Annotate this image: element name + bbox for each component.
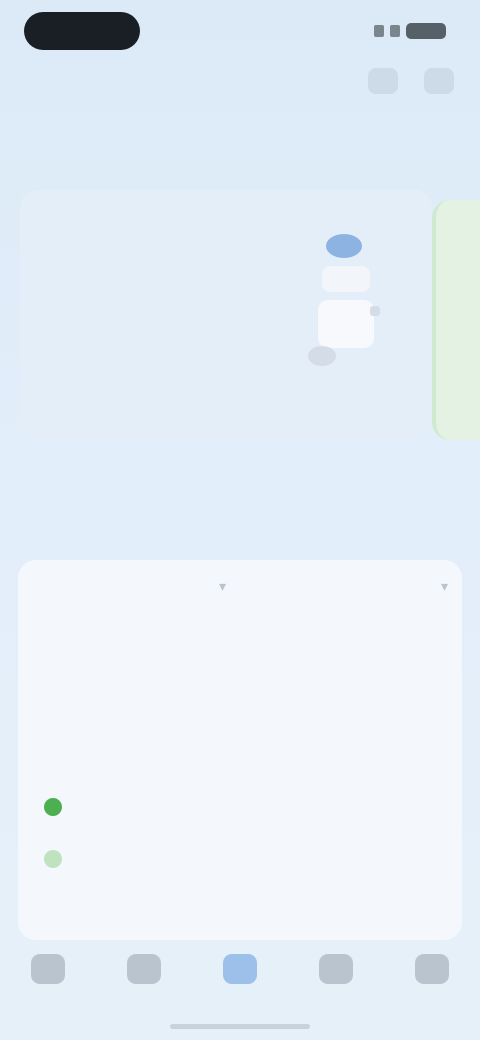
battery-icon	[406, 23, 446, 39]
legend-item	[44, 850, 76, 868]
home-icon	[31, 954, 65, 984]
nav-item-center[interactable]	[200, 954, 280, 990]
green-dot-icon	[44, 798, 62, 816]
nav-item-home[interactable]	[8, 954, 88, 990]
device-illustration	[308, 234, 380, 366]
secondary-card[interactable]	[432, 200, 480, 440]
message-icon	[319, 954, 353, 984]
nav-item-message[interactable]	[296, 954, 376, 990]
legend-item	[44, 798, 76, 816]
status-time-pill	[24, 12, 140, 50]
scan-icon[interactable]	[368, 68, 398, 94]
more-icon[interactable]	[424, 68, 454, 94]
signal-icon	[374, 25, 384, 37]
top-actions	[368, 68, 454, 94]
nav-item-profile[interactable]	[392, 954, 472, 990]
data-panel	[18, 560, 462, 940]
wifi-icon	[390, 25, 400, 37]
grid-icon	[127, 954, 161, 984]
chevron-down-icon: ▾	[440, 578, 448, 594]
profile-icon	[415, 954, 449, 984]
home-indicator	[170, 1024, 310, 1029]
center-icon	[223, 954, 257, 984]
status-icons	[350, 22, 446, 40]
chevron-down-icon: ▾	[218, 578, 226, 594]
nav-item-grid[interactable]	[104, 954, 184, 990]
light-green-dot-icon	[44, 850, 62, 868]
right-selector[interactable]: ▾	[258, 578, 448, 595]
left-selector[interactable]: ▾	[36, 578, 226, 595]
